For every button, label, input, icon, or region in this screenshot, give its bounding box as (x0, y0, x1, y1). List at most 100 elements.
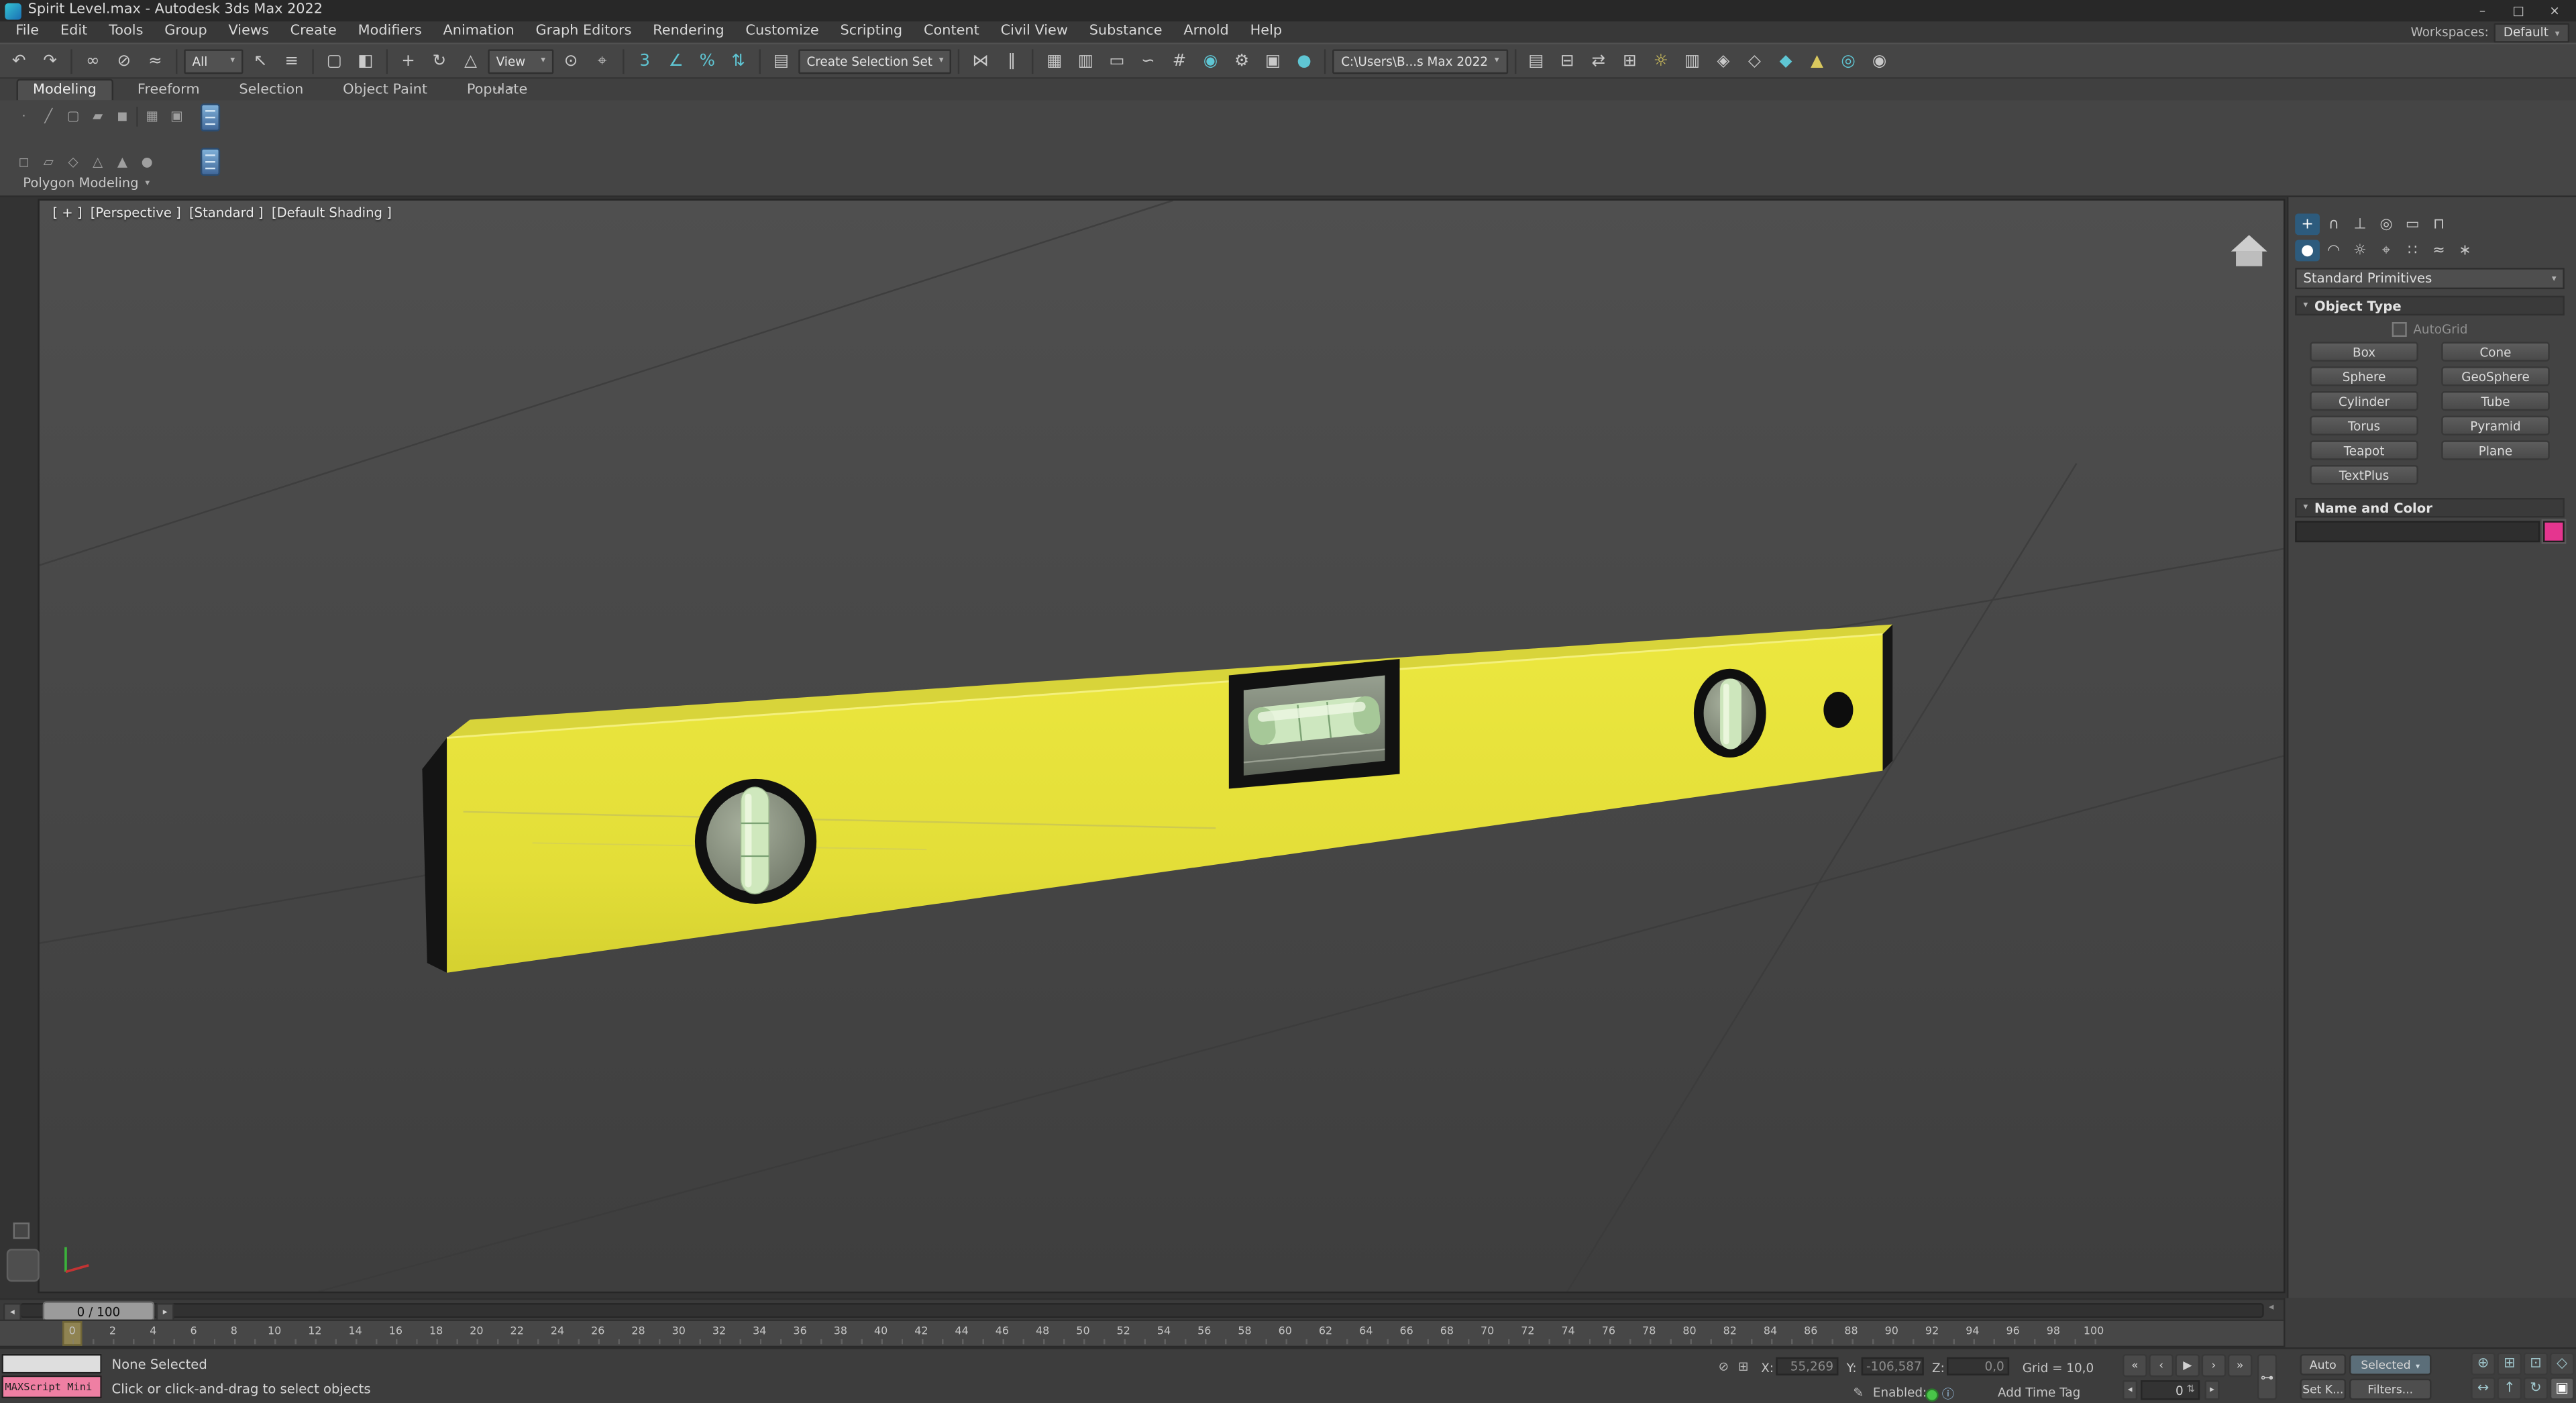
align-x-icon[interactable]: △ (87, 151, 109, 172)
primitive-plane-button[interactable]: Plane (2441, 440, 2550, 460)
render-setup-icon[interactable]: ⚙ (1228, 47, 1256, 75)
utilities-tab-icon[interactable]: ⊓ (2426, 213, 2451, 235)
window-crossing-icon[interactable]: ◧ (352, 47, 380, 75)
display-tab-icon[interactable]: ▭ (2400, 213, 2425, 235)
use-pivot-center-icon[interactable]: ⊙ (557, 47, 585, 75)
space-warps-category-icon[interactable]: ≈ (2426, 240, 2451, 262)
previous-key-button[interactable]: ‹ (2149, 1353, 2174, 1378)
menu-animation[interactable]: Animation (433, 21, 525, 43)
element-mode-icon[interactable]: ◼ (112, 105, 133, 127)
menu-views[interactable]: Views (218, 21, 280, 43)
primitive-category-dropdown[interactable]: Standard Primitives ▾ (2295, 268, 2565, 290)
name-color-rollout-header[interactable]: ▾ Name and Color (2295, 498, 2565, 518)
render-production-icon[interactable]: ● (1290, 47, 1318, 75)
ribbon-tab-object-paint[interactable]: Object Paint (328, 81, 442, 100)
menu-customize[interactable]: Customize (735, 21, 829, 43)
play-button[interactable]: ▶ (2175, 1353, 2200, 1378)
substance-icon[interactable]: ◆ (1772, 47, 1800, 75)
generate-topology-icon[interactable]: ▱ (38, 151, 59, 172)
preserve-uvs-icon[interactable]: ▦ (142, 105, 163, 127)
viewport-pov-menu[interactable]: [Perspective ] (91, 205, 181, 220)
go-to-end-button[interactable]: » (2227, 1353, 2253, 1378)
set-key-mode-button[interactable]: ⊶ (2257, 1353, 2277, 1400)
viewport-standard-menu[interactable]: [Standard ] (189, 205, 264, 220)
tweak-icon[interactable]: ▣ (166, 105, 187, 127)
object-color-swatch[interactable] (2543, 521, 2565, 543)
make-planar-icon[interactable]: ▲ (112, 151, 133, 172)
x-coordinate-field[interactable]: 55,269 (1776, 1357, 1839, 1375)
zoom-icon[interactable]: ⊕ (2471, 1352, 2496, 1375)
asset-tracking-icon[interactable]: ⊟ (1554, 47, 1582, 75)
scene-states-icon[interactable]: ◈ (1709, 47, 1737, 75)
bind-to-space-warp-icon[interactable]: ≈ (142, 47, 170, 75)
rendered-frame-icon[interactable]: ▣ (1259, 47, 1287, 75)
menu-civil-view[interactable]: Civil View (990, 21, 1079, 43)
selection-filter-dropdown[interactable]: All (184, 48, 244, 73)
primitive-box-button[interactable]: Box (2310, 342, 2418, 362)
previous-frame-button[interactable]: ◂ (2123, 1380, 2138, 1400)
layer-manager-icon[interactable]: ▥ (1678, 47, 1707, 75)
maximize-button[interactable]: □ (2500, 0, 2536, 21)
maxscript-mini-recorder[interactable]: MAXScript Mini (1, 1375, 102, 1399)
systems-category-icon[interactable]: ∗ (2453, 240, 2477, 262)
project-folder-icon[interactable]: ▤ (1522, 47, 1550, 75)
selection-set-dropdown[interactable]: Create Selection Set (798, 48, 952, 73)
edge-mode-icon[interactable]: ╱ (38, 105, 59, 127)
schematic-view-icon[interactable]: # (1165, 47, 1193, 75)
geometry-category-icon[interactable]: ● (2295, 240, 2320, 262)
walk-through-icon[interactable]: ↑ (2497, 1377, 2522, 1400)
angle-snap-icon[interactable]: ∠ (662, 47, 690, 75)
primitive-cone-button[interactable]: Cone (2441, 342, 2550, 362)
polygon-modeling-panel-label[interactable]: Polygon Modeling ▾ (23, 176, 150, 191)
y-coordinate-field[interactable]: -106,587 (1861, 1357, 1924, 1375)
menu-content[interactable]: Content (913, 21, 990, 43)
redo-icon[interactable]: ↷ (36, 47, 64, 75)
shapes-category-icon[interactable]: ◠ (2321, 240, 2346, 262)
primitive-sphere-button[interactable]: Sphere (2310, 366, 2418, 386)
select-and-scale-icon[interactable]: △ (457, 47, 485, 75)
ribbon-toggle-icon[interactable]: ▭ (1103, 47, 1131, 75)
zoom-extents-icon[interactable]: ⊡ (2523, 1352, 2548, 1375)
menu-rendering[interactable]: Rendering (642, 21, 735, 43)
next-key-button[interactable]: › (2201, 1353, 2226, 1378)
light-lister-icon[interactable]: ☼ (1647, 47, 1675, 75)
time-slider-handle[interactable]: 0 / 100 (42, 1301, 155, 1321)
material-editor-icon[interactable]: ◉ (1197, 47, 1225, 75)
polygon-mode-icon[interactable]: ▰ (87, 105, 109, 127)
menu-arnold[interactable]: Arnold (1173, 21, 1239, 43)
ribbon-tab-selection[interactable]: Selection (224, 81, 318, 100)
lights-category-icon[interactable]: ☼ (2348, 240, 2373, 262)
undo-icon[interactable]: ↶ (5, 47, 33, 75)
z-coordinate-field[interactable]: 0,0 (1947, 1357, 2010, 1375)
arnold-light-icon[interactable]: ▲ (1803, 47, 1831, 75)
cameras-category-icon[interactable]: ⌖ (2374, 240, 2399, 262)
percent-snap-icon[interactable]: % (693, 47, 721, 75)
key-filters-button[interactable]: Filters... (2349, 1378, 2432, 1400)
align-icon[interactable]: ∥ (998, 47, 1026, 75)
hierarchy-tab-icon[interactable]: ⊥ (2348, 213, 2373, 235)
ribbon-blue-button-bottom[interactable] (200, 148, 221, 176)
select-and-place-icon[interactable]: ⌖ (588, 47, 616, 75)
ribbon-minimize-caret-icon[interactable]: ▾ (508, 84, 513, 95)
pan-icon[interactable]: ↔ (2471, 1377, 2496, 1400)
pencil-icon[interactable]: ✎ (1853, 1385, 1863, 1400)
render-preview-icon[interactable]: ◎ (1834, 47, 1862, 75)
helpers-category-icon[interactable]: ∷ (2400, 240, 2425, 262)
rectangular-selection-icon[interactable]: ▢ (321, 47, 349, 75)
visibility-icon[interactable]: ◉ (1866, 47, 1894, 75)
go-to-start-button[interactable]: « (2123, 1353, 2147, 1378)
zoom-all-icon[interactable]: ⊞ (2497, 1352, 2522, 1375)
border-mode-icon[interactable]: ▢ (62, 105, 84, 127)
vertex-mode-icon[interactable]: · (13, 105, 35, 127)
select-by-name-icon[interactable]: ≡ (278, 47, 306, 75)
ribbon-config-icon[interactable]: ∙∙ (491, 84, 503, 95)
menu-graph-editors[interactable]: Graph Editors (525, 21, 643, 43)
edit-named-selections-icon[interactable]: ▤ (767, 47, 796, 75)
create-tab-icon[interactable]: + (2295, 213, 2320, 236)
primitive-torus-button[interactable]: Torus (2310, 415, 2418, 435)
track-bar[interactable]: 0 2 4 6 8 10 12 14 16 18 20 22 24 26 28 30 32 34 36 38 40 42 4… (0, 1319, 2284, 1348)
autogrid-checkbox[interactable] (2392, 321, 2407, 336)
ribbon-tab-modeling[interactable]: Modeling (16, 79, 113, 101)
primitive-tube-button[interactable]: Tube (2441, 391, 2550, 411)
reference-coordinate-dropdown[interactable]: View (488, 48, 554, 73)
